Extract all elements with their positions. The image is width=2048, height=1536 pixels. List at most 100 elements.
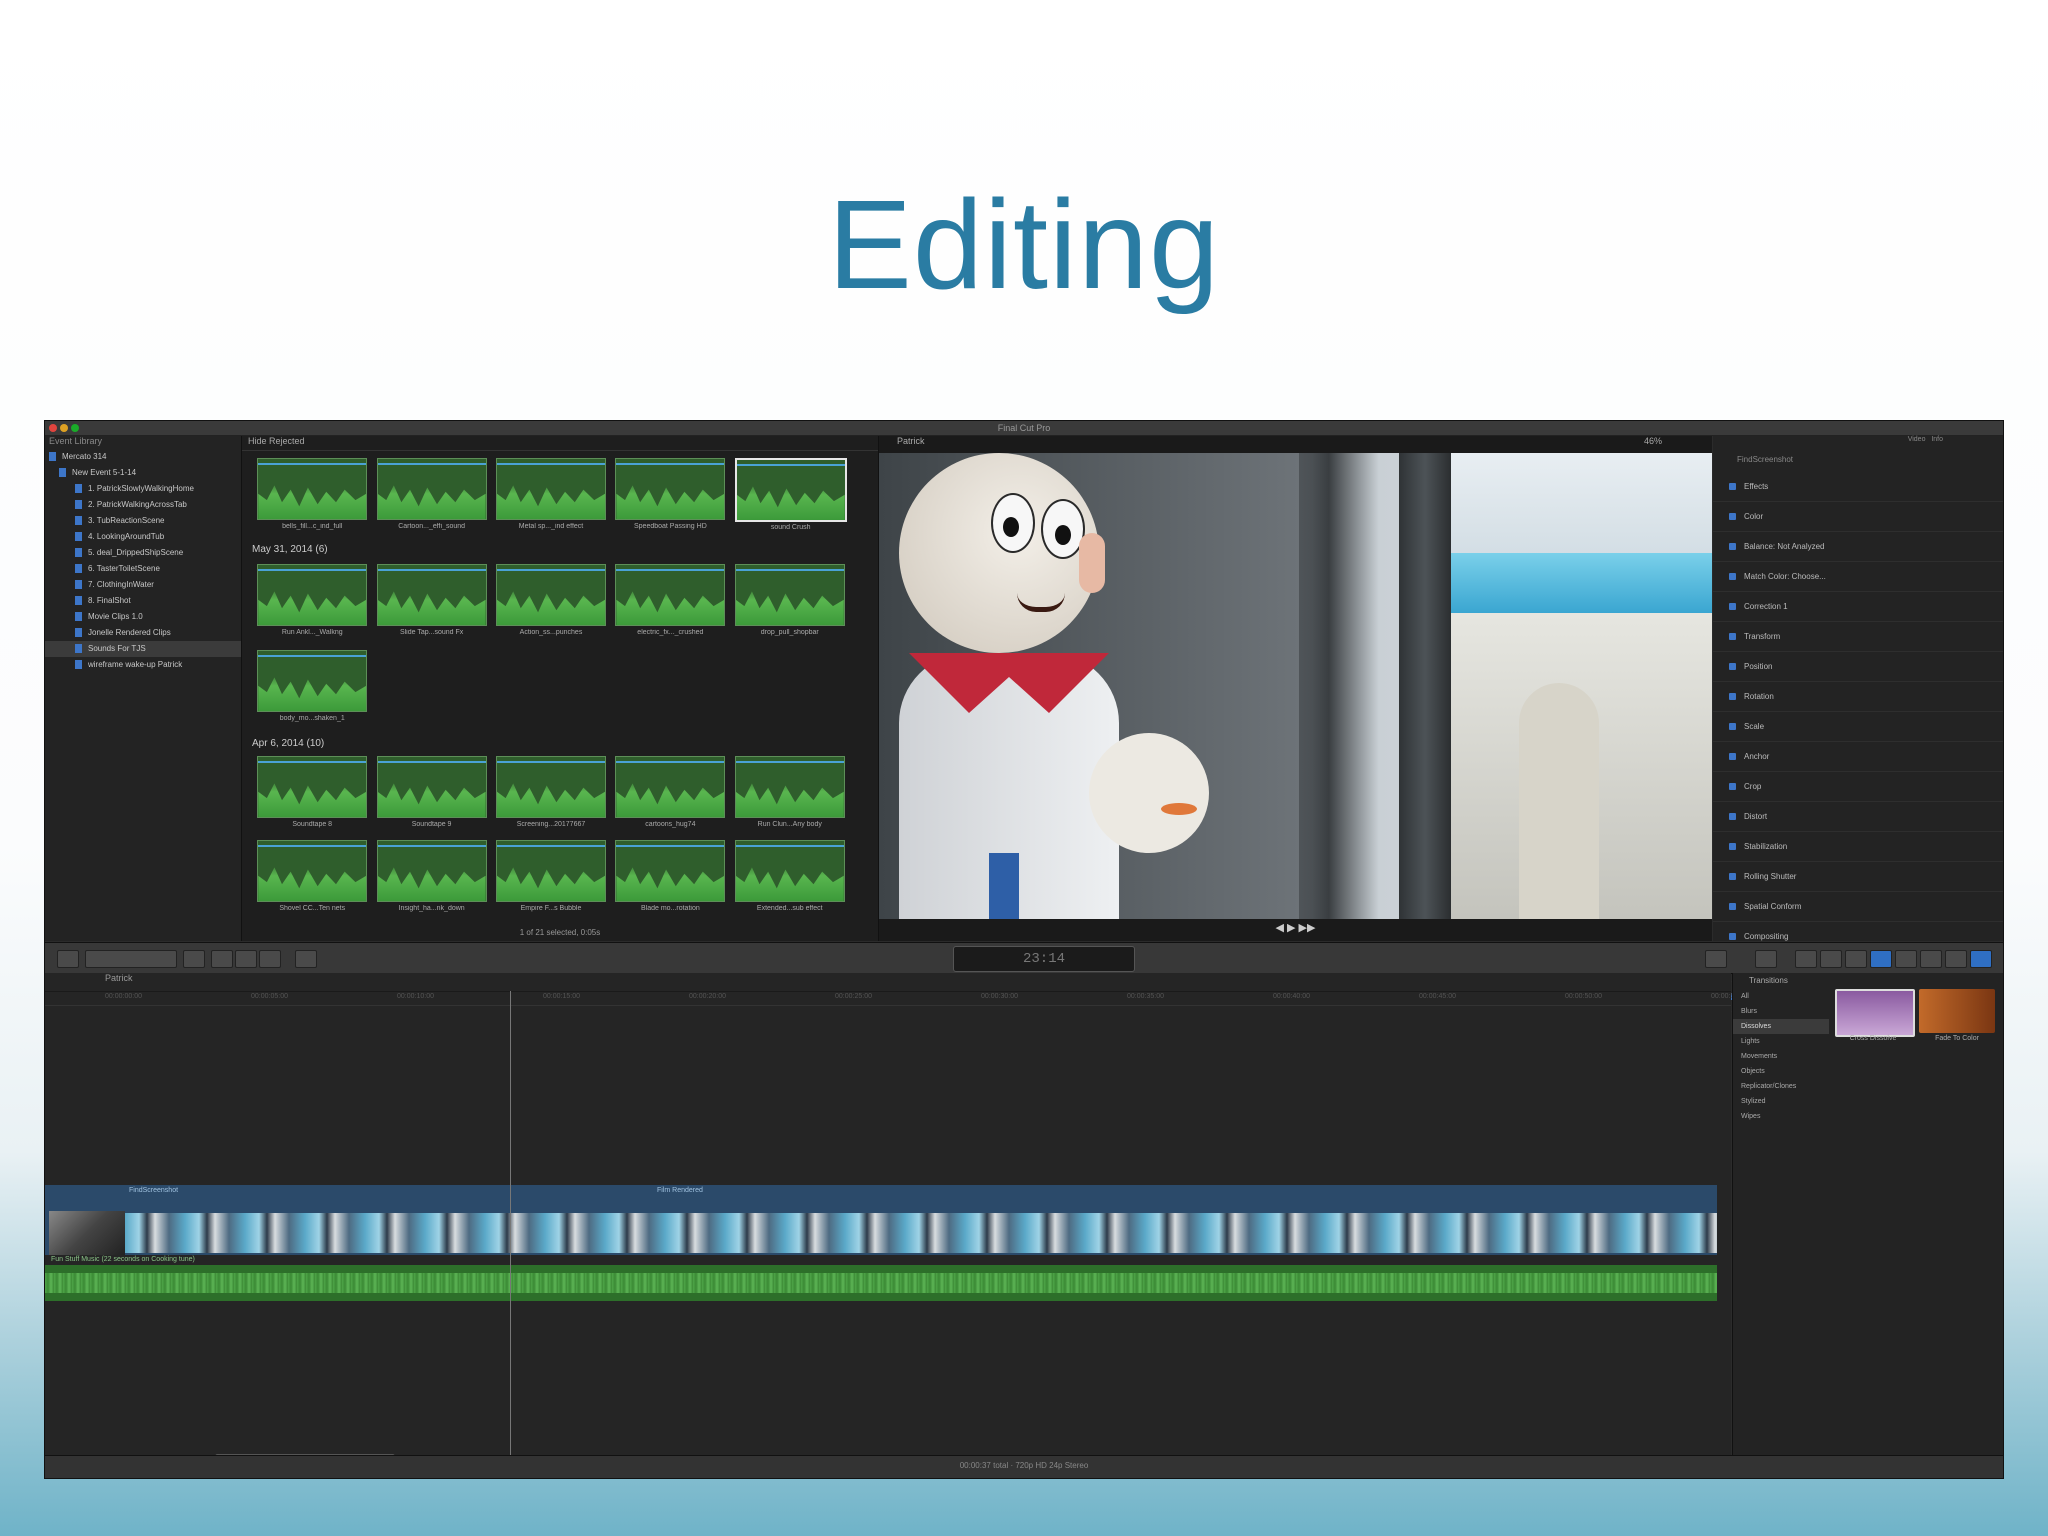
library-item[interactable]: Jonelle Rendered Clips — [45, 625, 241, 641]
inspector-tabs[interactable]: Video Info — [1713, 436, 2003, 448]
enable-checkbox-icon[interactable] — [1729, 873, 1736, 881]
select-tool-button[interactable] — [295, 950, 317, 968]
timeline-transition[interactable] — [49, 1211, 125, 1255]
browser-filter[interactable]: Hide Rejected — [242, 436, 878, 451]
browser-clip[interactable]: bells_fill...c_ind_full — [257, 458, 368, 530]
inspector-row[interactable]: Rolling Shutter — [1713, 862, 2003, 892]
transition-category[interactable]: Objects — [1733, 1064, 1829, 1079]
audio-clip[interactable] — [45, 1265, 1717, 1301]
date-group-header[interactable]: Apr 6, 2014 (10) — [252, 738, 324, 749]
browser-clip[interactable]: Screening...20177667 — [496, 756, 606, 828]
connect-edit-button[interactable] — [211, 950, 233, 968]
transition-category[interactable]: Blurs — [1733, 1004, 1829, 1019]
browser-clip[interactable]: Run Clun...Any body — [734, 756, 845, 828]
titles-browser-button[interactable] — [1895, 950, 1917, 968]
library-item[interactable]: 5. deal_DrippedShipScene — [45, 545, 241, 561]
library-toggle-button[interactable] — [57, 950, 79, 968]
library-item[interactable]: 8. FinalShot — [45, 593, 241, 609]
library-item[interactable]: 7. ClothingInWater — [45, 577, 241, 593]
enable-checkbox-icon[interactable] — [1729, 663, 1736, 671]
inspector-button[interactable] — [1970, 950, 1992, 968]
browser-clip[interactable]: Cartoon..._effi_sound — [376, 458, 487, 530]
library-item[interactable]: 1. PatrickSlowlyWalkingHome — [45, 481, 241, 497]
fade-to-color-thumbnail[interactable] — [1919, 989, 1995, 1033]
inspector-row[interactable]: Correction 1 — [1713, 592, 2003, 622]
inspector-row[interactable]: Stabilization — [1713, 832, 2003, 862]
browser-clip[interactable]: Metal sp..._ind effect — [496, 458, 606, 530]
browser-clip[interactable]: sound Crush — [734, 458, 847, 531]
library-item[interactable]: Sounds For TJS — [45, 641, 241, 657]
transitions-browser-button[interactable] — [1870, 950, 1892, 968]
browser-clip[interactable]: Slide Tap...sound Fx — [376, 564, 487, 636]
inspector-row[interactable]: Rotation — [1713, 682, 2003, 712]
enable-checkbox-icon[interactable] — [1729, 843, 1736, 851]
enable-checkbox-icon[interactable] — [1729, 633, 1736, 641]
browser-clip[interactable]: Empire F...s Bubble — [496, 840, 606, 912]
keyword-button[interactable] — [183, 950, 205, 968]
browser-clip[interactable]: Soundtape 8 — [257, 756, 368, 828]
inspector-row[interactable]: Anchor — [1713, 742, 2003, 772]
library-item[interactable]: Mercato 314 — [45, 449, 241, 465]
video-filmstrip[interactable] — [125, 1213, 1717, 1253]
enable-checkbox-icon[interactable] — [1729, 753, 1736, 761]
transition-category[interactable]: Stylized — [1733, 1094, 1829, 1109]
cross-dissolve-thumbnail[interactable] — [1835, 989, 1915, 1037]
enable-checkbox-icon[interactable] — [1729, 603, 1736, 611]
inspector-row[interactable]: Spatial Conform — [1713, 892, 2003, 922]
transition-category[interactable]: Wipes — [1733, 1109, 1829, 1124]
insert-edit-button[interactable] — [235, 950, 257, 968]
retime-button[interactable] — [1755, 950, 1777, 968]
browser-clip[interactable]: Action_ss...punches — [496, 564, 606, 636]
enable-checkbox-icon[interactable] — [1729, 903, 1736, 911]
browser-clip[interactable]: Run Ankl..._Walkng — [257, 564, 368, 636]
inspector-row[interactable]: Distort — [1713, 802, 2003, 832]
browser-clip[interactable]: body_mo...shaken_1 — [257, 650, 368, 722]
inspector-row[interactable]: Color — [1713, 502, 2003, 532]
enable-checkbox-icon[interactable] — [1729, 543, 1736, 551]
viewer-zoom[interactable]: 46% — [1644, 436, 1662, 446]
effects-browser-button[interactable] — [1795, 950, 1817, 968]
transition-category[interactable]: Replicator/Clones — [1733, 1079, 1829, 1094]
enable-checkbox-icon[interactable] — [1729, 483, 1736, 491]
browser-clip[interactable]: drop_pull_shopbar — [734, 564, 845, 636]
themes-browser-button[interactable] — [1945, 950, 1967, 968]
date-group-header[interactable]: May 31, 2014 (6) — [252, 544, 328, 555]
enable-checkbox-icon[interactable] — [1729, 723, 1736, 731]
browser-clip[interactable]: Insight_ha...nk_down — [376, 840, 487, 912]
music-browser-button[interactable] — [1845, 950, 1867, 968]
photos-browser-button[interactable] — [1820, 950, 1842, 968]
browser-clip[interactable]: Extended...sub effect — [734, 840, 845, 912]
tab-video[interactable]: Video — [1908, 436, 1926, 443]
inspector-row[interactable]: Effects — [1713, 472, 2003, 502]
enable-checkbox-icon[interactable] — [1729, 693, 1736, 701]
enable-checkbox-icon[interactable] — [1729, 783, 1736, 791]
transition-category[interactable]: All — [1733, 989, 1829, 1004]
enable-checkbox-icon[interactable] — [1729, 813, 1736, 821]
browser-clip[interactable]: Speedboat Passing HD — [615, 458, 726, 530]
library-item[interactable]: 6. TasterToiletScene — [45, 561, 241, 577]
browser-clip[interactable]: Shovel CC...Ten nets — [257, 840, 368, 912]
browser-clip[interactable]: Soundtape 9 — [376, 756, 487, 828]
transition-category[interactable]: Dissolves — [1733, 1019, 1829, 1034]
enable-checkbox-icon[interactable] — [1729, 573, 1736, 581]
inspector-row[interactable]: Position — [1713, 652, 2003, 682]
library-item[interactable]: New Event 5-1-14 — [45, 465, 241, 481]
inspector-row[interactable]: Balance: Not Analyzed — [1713, 532, 2003, 562]
inspector-row[interactable]: Crop — [1713, 772, 2003, 802]
library-item[interactable]: Movie Clips 1.0 — [45, 609, 241, 625]
enhance-button[interactable] — [1705, 950, 1727, 968]
library-item[interactable]: 2. PatrickWalkingAcrossTab — [45, 497, 241, 513]
enable-checkbox-icon[interactable] — [1729, 933, 1736, 941]
browser-clip[interactable]: cartoons_hug74 — [615, 756, 726, 828]
enable-checkbox-icon[interactable] — [1729, 513, 1736, 521]
transition-category[interactable]: Lights — [1733, 1034, 1829, 1049]
tab-info[interactable]: Info — [1931, 436, 1943, 443]
append-edit-button[interactable] — [259, 950, 281, 968]
inspector-row[interactable]: Transform — [1713, 622, 2003, 652]
inspector-row[interactable]: Match Color: Choose... — [1713, 562, 2003, 592]
timeline-ruler[interactable]: 00:00:00:00 00:00:05:00 00:00:10:00 00:00:1… — [45, 991, 1748, 1006]
transition-category[interactable]: Movements — [1733, 1049, 1829, 1064]
playback-controls[interactable]: ◀ ▶ ▶▶ — [879, 921, 1712, 941]
browser-clip[interactable]: Blade mo...rotation — [615, 840, 726, 912]
library-item[interactable]: wireframe wake-up Patrick — [45, 657, 241, 673]
